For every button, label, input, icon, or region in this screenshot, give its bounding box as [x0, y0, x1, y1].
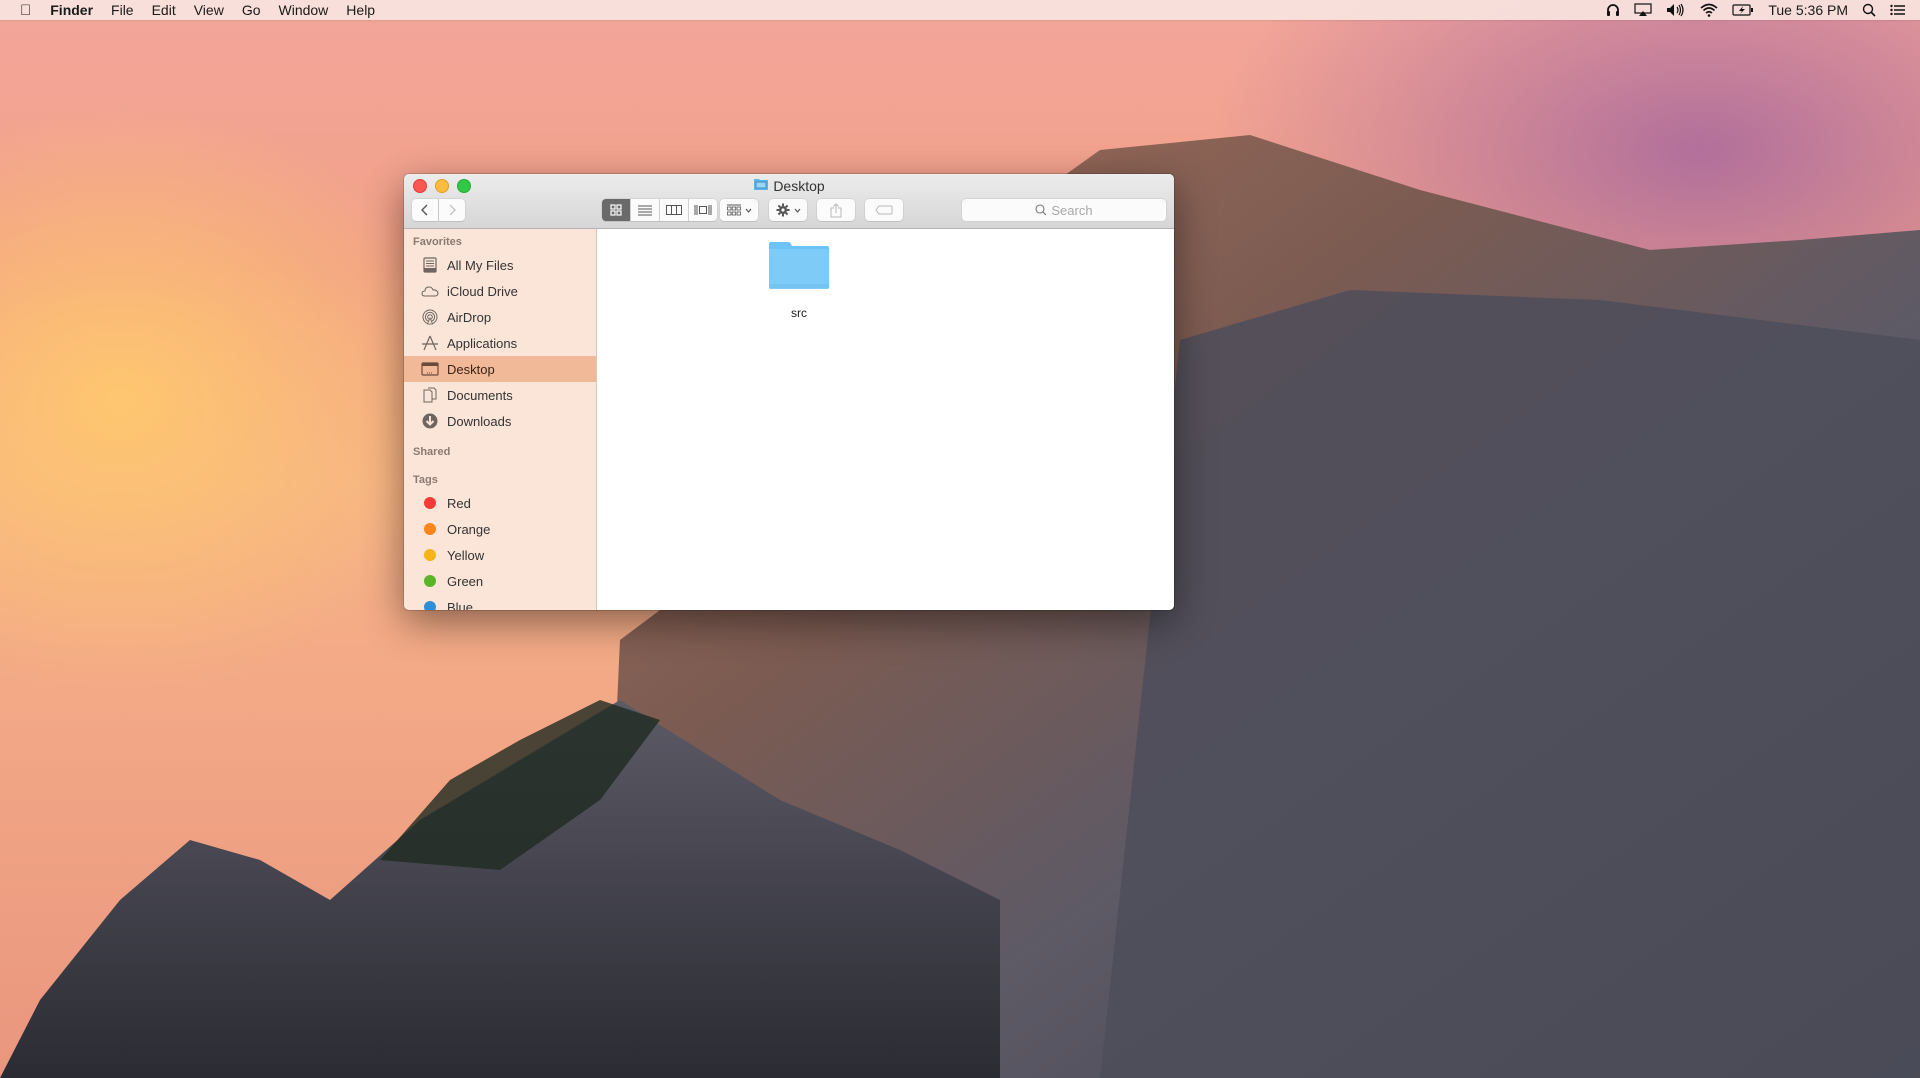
sidebar-tag-red[interactable]: Red: [404, 490, 596, 516]
folder-icon: [769, 242, 829, 289]
list-icon: [638, 205, 652, 216]
column-view-button[interactable]: [660, 199, 689, 221]
sidebar-item-label: Applications: [447, 335, 518, 351]
menu-file[interactable]: File: [102, 0, 143, 20]
grid-icon: [610, 204, 622, 216]
downloads-icon: [421, 413, 439, 429]
desktop-icon: [421, 361, 439, 377]
file-name: src: [791, 306, 807, 320]
sidebar-item-label: Orange: [447, 521, 491, 537]
sidebar-item-applications[interactable]: Applications: [404, 330, 596, 356]
sidebar-item-airdrop[interactable]: AirDrop: [404, 304, 596, 330]
sidebar-section-shared[interactable]: Shared: [404, 442, 596, 462]
applications-icon: [421, 335, 439, 351]
sidebar-item-all-my-files[interactable]: All My Files: [404, 252, 596, 278]
sidebar-item-label: Red: [447, 495, 471, 511]
search-placeholder: Search: [1051, 202, 1093, 218]
volume-icon[interactable]: [1666, 3, 1686, 17]
chevron-left-icon: [421, 204, 428, 216]
window-title: Desktop: [404, 177, 1174, 194]
sidebar-tag-orange[interactable]: Orange: [404, 516, 596, 542]
action-button[interactable]: [769, 199, 807, 221]
file-item-folder[interactable]: src: [759, 241, 839, 320]
apple-menu-icon[interactable]: : [0, 2, 41, 19]
sidebar-section-tags: Tags: [413, 474, 438, 486]
finder-window: Desktop Search Favorites All My Files iC…: [404, 174, 1174, 610]
menu-help[interactable]: Help: [337, 0, 384, 20]
menu-go[interactable]: Go: [233, 0, 270, 20]
share-button[interactable]: [817, 199, 855, 221]
sidebar: Favorites All My Files iCloud Drive AirD…: [404, 229, 597, 610]
chevron-down-icon: [794, 208, 800, 213]
sidebar-tag-blue[interactable]: Blue: [404, 594, 596, 610]
cover-flow-view-button[interactable]: [689, 199, 717, 221]
tags-button[interactable]: [865, 199, 903, 221]
window-title-text: Desktop: [773, 177, 825, 194]
file-browser-content: src: [597, 229, 1174, 610]
arrange-grid-icon: [726, 204, 741, 216]
sidebar-item-desktop[interactable]: Desktop: [404, 356, 596, 382]
menu-view[interactable]: View: [185, 0, 233, 20]
all-files-icon: [421, 257, 439, 273]
spotlight-search-icon[interactable]: [1862, 3, 1876, 17]
sidebar-item-label: Desktop: [447, 361, 495, 377]
wifi-icon[interactable]: [1700, 3, 1718, 17]
sidebar-item-label: Documents: [447, 387, 513, 403]
airdrop-icon: [421, 309, 439, 325]
sidebar-section-favorites: Favorites: [413, 236, 462, 248]
sidebar-item-downloads[interactable]: Downloads: [404, 408, 596, 434]
search-icon: [1035, 204, 1047, 216]
sidebar-tag-yellow[interactable]: Yellow: [404, 542, 596, 568]
sidebar-item-label: Green: [447, 573, 484, 589]
arrange-button[interactable]: [720, 199, 758, 221]
columns-icon: [666, 205, 682, 215]
battery-charging-icon[interactable]: [1732, 3, 1754, 17]
list-view-button[interactable]: [631, 199, 660, 221]
sidebar-item-label: All My Files: [447, 257, 514, 273]
documents-icon: [421, 387, 439, 403]
airplay-icon[interactable]: [1634, 3, 1652, 17]
menu-bar:  Finder File Edit View Go Window Help T…: [0, 0, 1920, 20]
menu-clock[interactable]: Tue 5:36 PM: [1768, 2, 1848, 18]
notification-center-icon[interactable]: [1890, 3, 1906, 17]
share-icon: [830, 202, 842, 217]
sidebar-item-label: Downloads: [447, 413, 512, 429]
sidebar-item-label: iCloud Drive: [447, 283, 518, 299]
yellow-tag-dot-icon: [424, 549, 436, 561]
headphones-icon[interactable]: [1606, 3, 1620, 17]
green-tag-dot-icon: [424, 575, 436, 587]
menu-app-finder[interactable]: Finder: [41, 0, 102, 20]
menu-window[interactable]: Window: [270, 0, 338, 20]
orange-tag-dot-icon: [424, 523, 436, 535]
red-tag-dot-icon: [424, 497, 436, 509]
back-button[interactable]: [412, 199, 438, 221]
cover-flow-icon: [694, 205, 712, 215]
sidebar-item-label: AirDrop: [447, 309, 492, 325]
sidebar-item-label: Blue: [447, 599, 474, 611]
blue-tag-dot-icon: [424, 601, 436, 610]
chevron-down-icon: [745, 208, 751, 213]
sidebar-item-documents[interactable]: Documents: [404, 382, 596, 408]
view-mode-segmented-control: [602, 199, 717, 221]
sidebar-tag-green[interactable]: Green: [404, 568, 596, 594]
menu-edit[interactable]: Edit: [143, 0, 185, 20]
sidebar-item-icloud-drive[interactable]: iCloud Drive: [404, 278, 596, 304]
tag-icon: [875, 205, 893, 215]
cloud-icon: [421, 283, 439, 299]
gear-icon: [776, 203, 789, 217]
toolbar: Desktop Search: [404, 174, 1174, 229]
folder-icon: [753, 177, 769, 194]
forward-button[interactable]: [439, 199, 465, 221]
icon-view-button[interactable]: [602, 199, 631, 221]
chevron-right-icon: [449, 204, 456, 216]
search-input[interactable]: Search: [962, 199, 1166, 221]
sidebar-item-label: Yellow: [447, 547, 485, 563]
